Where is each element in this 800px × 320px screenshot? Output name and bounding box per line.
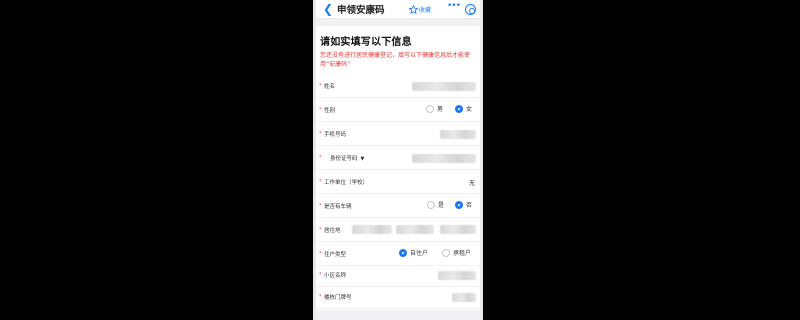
required-mark: * xyxy=(319,251,322,257)
required-mark: * xyxy=(319,131,322,137)
id-value-redacted[interactable] xyxy=(412,154,476,163)
building-field-row[interactable]: * 楼栋门牌号 xyxy=(316,286,480,309)
resident-option-tenant[interactable]: 承租户 xyxy=(442,248,471,257)
employer-field-row[interactable]: * 工作单位（学校） 无 xyxy=(316,171,480,194)
gender-label: 性别 xyxy=(324,108,336,114)
name-label: 姓名 xyxy=(324,84,336,90)
bottom-gap xyxy=(316,310,480,320)
favorite-button[interactable]: 收藏 xyxy=(409,0,431,18)
form-heading: 请如实填写以下信息 xyxy=(320,37,412,48)
back-icon[interactable]: ❮ xyxy=(322,0,334,18)
address-city-redacted[interactable] xyxy=(396,225,434,234)
resident-option-owner[interactable]: 自住户 xyxy=(399,248,428,257)
resident-type-label: 住户类型 xyxy=(324,252,347,258)
gender-female-label: 女 xyxy=(466,106,473,113)
gender-field-row: * 性别 男 女 xyxy=(316,99,480,122)
vehicle-yes-label: 是 xyxy=(438,202,445,209)
required-mark: * xyxy=(319,83,322,89)
resident-owner-label: 自住户 xyxy=(410,250,429,257)
close-icon[interactable] xyxy=(465,4,476,15)
favorite-label: 收藏 xyxy=(419,6,432,14)
phone-value-redacted[interactable] xyxy=(440,130,476,139)
vehicle-no-label: 否 xyxy=(466,202,473,209)
required-mark: * xyxy=(319,107,322,113)
resident-type-field-row: * 住户类型 自住户 承租户 xyxy=(316,243,480,266)
gender-option-female[interactable]: 女 xyxy=(455,104,472,113)
resident-tenant-label: 承租户 xyxy=(453,250,472,257)
star-icon xyxy=(409,4,418,14)
address-district-redacted[interactable] xyxy=(440,225,476,234)
radio-male[interactable] xyxy=(426,104,434,113)
phone-screen: ❮ 申领安康码 收藏 ••• 请如实填写以下信息 您还没有进行居民健康登记，填写… xyxy=(313,0,483,320)
name-field-row[interactable]: * 姓名 xyxy=(316,75,480,98)
vehicle-option-yes[interactable]: 是 xyxy=(427,200,444,209)
registration-notice: 您还没有进行居民健康登记，填写以下健康信息后才能使用“安康码” xyxy=(320,52,471,68)
required-mark: * xyxy=(319,272,322,278)
id-type-selector[interactable]: 身份证号码 ▼ xyxy=(330,154,364,162)
required-mark: * xyxy=(319,179,322,185)
more-icon[interactable]: ••• xyxy=(447,1,461,11)
building-label: 楼栋门牌号 xyxy=(324,295,352,301)
address-province-redacted[interactable] xyxy=(352,225,392,234)
address-label: 居住地 xyxy=(324,228,341,234)
title-bar: ❮ 申领安康码 收藏 ••• xyxy=(316,0,480,19)
phone-label: 手机号码 xyxy=(324,132,347,138)
required-mark: * xyxy=(319,155,322,161)
employer-label: 工作单位（学校） xyxy=(324,180,369,186)
building-value-redacted[interactable] xyxy=(452,293,476,302)
gender-male-label: 男 xyxy=(437,106,444,113)
name-value-redacted[interactable] xyxy=(412,82,476,91)
id-field-row[interactable]: * 身份证号码 ▼ xyxy=(316,147,480,170)
required-mark: * xyxy=(319,203,322,209)
vehicle-option-no[interactable]: 否 xyxy=(455,200,472,209)
address-field-row[interactable]: * 居住地 xyxy=(316,219,480,242)
id-type-label: 身份证号码 xyxy=(330,156,358,162)
required-mark: * xyxy=(319,294,322,300)
page-title: 申领安康码 xyxy=(337,5,385,16)
radio-yes[interactable] xyxy=(427,200,435,209)
community-label: 小区名称 xyxy=(324,273,347,279)
radio-tenant[interactable] xyxy=(442,248,450,257)
required-mark: * xyxy=(319,227,322,233)
radio-no[interactable] xyxy=(455,200,463,209)
vehicle-field-row: * 是否有车辆 是 否 xyxy=(316,195,480,218)
community-value-redacted[interactable] xyxy=(438,271,476,280)
chevron-down-icon: ▼ xyxy=(360,156,365,162)
community-field-row[interactable]: * 小区名称 xyxy=(316,264,480,287)
section-separator xyxy=(316,19,480,26)
radio-owner[interactable] xyxy=(399,248,407,257)
phone-field-row[interactable]: * 手机号码 xyxy=(316,123,480,146)
radio-female[interactable] xyxy=(455,104,463,113)
vehicle-label: 是否有车辆 xyxy=(324,204,352,210)
employer-value[interactable]: 无 xyxy=(469,178,475,187)
gender-option-male[interactable]: 男 xyxy=(426,104,443,113)
